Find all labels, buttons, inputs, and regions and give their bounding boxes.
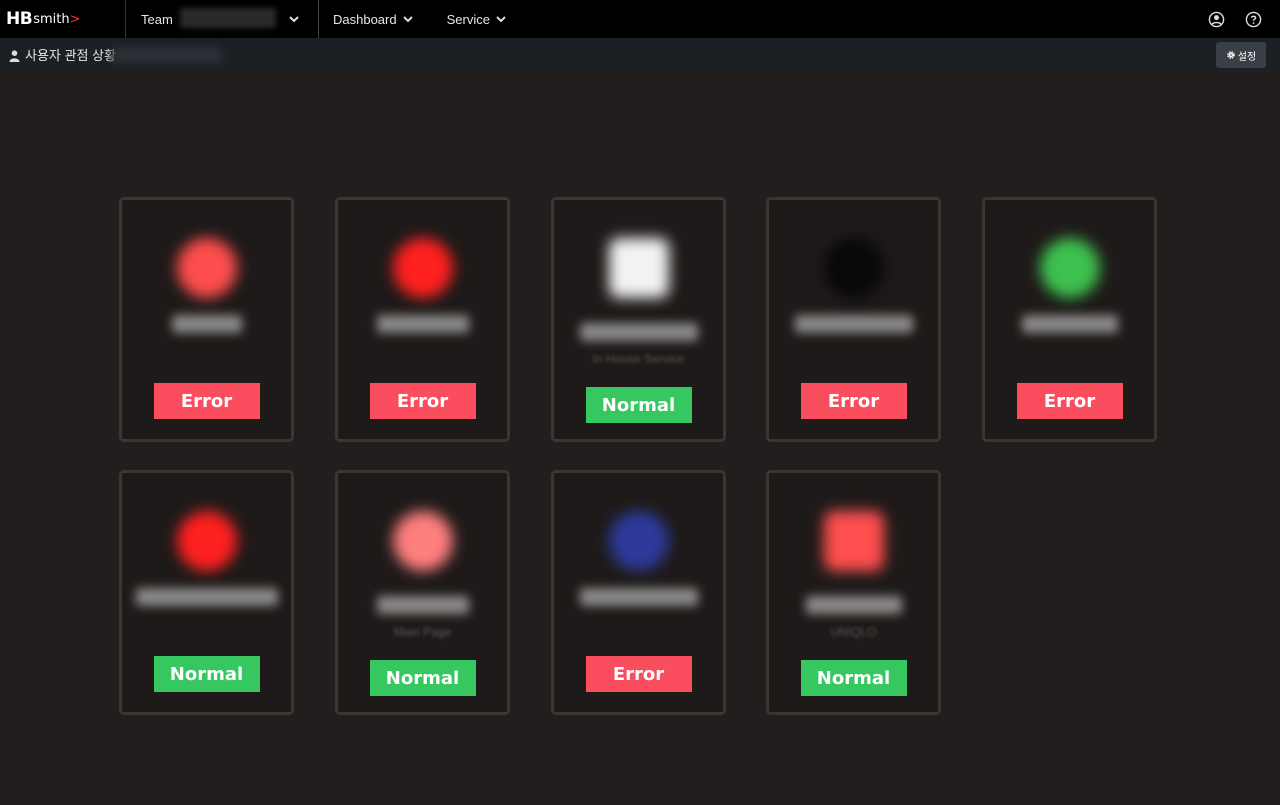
- service-name-redacted: [794, 315, 913, 333]
- status-badge: Normal: [369, 660, 476, 696]
- service-card[interactable]: Main Page Normal: [335, 470, 510, 715]
- user-icon: [9, 49, 20, 62]
- service-name-redacted: [579, 323, 698, 341]
- hbsmith-logo[interactable]: HB smith >: [0, 0, 126, 38]
- dashboard-label: Dashboard: [333, 11, 397, 27]
- service-logo-icon: [608, 511, 669, 571]
- settings-button[interactable]: 설정: [1216, 42, 1266, 68]
- service-name-redacted: [1021, 315, 1118, 333]
- service-label: Service: [446, 11, 490, 27]
- chevron-down-icon: [401, 12, 415, 26]
- status-badge: Error: [153, 383, 260, 419]
- team-selector[interactable]: Team: [126, 0, 319, 38]
- status-badge: Error: [585, 656, 692, 692]
- service-logo-icon: [1039, 238, 1100, 298]
- service-subtitle: In House Service: [592, 352, 685, 366]
- service-subtitle: UNIQLO: [830, 625, 877, 639]
- service-name-redacted: [805, 596, 902, 614]
- page-title: 사용자 관점 상황: [25, 48, 116, 63]
- service-subtitle: Main Page: [393, 625, 452, 639]
- service-card[interactable]: Error: [119, 197, 294, 442]
- top-navbar: HB smith > Team Dashboard Service: [0, 0, 1280, 38]
- chevron-down-icon: [287, 12, 301, 26]
- nav-dashboard[interactable]: Dashboard: [319, 0, 433, 38]
- service-logo-icon: [392, 511, 453, 571]
- nav-right-actions: [1208, 0, 1262, 38]
- user-account-icon[interactable]: [1208, 11, 1225, 28]
- service-name-redacted: [135, 588, 278, 606]
- logo-mark: >: [69, 11, 81, 27]
- logo-hb-text: HB: [6, 9, 33, 29]
- service-card[interactable]: In House Service Normal: [551, 197, 726, 442]
- service-logo-icon: [176, 238, 237, 298]
- service-name-redacted: [376, 596, 469, 614]
- status-badge: Normal: [153, 656, 260, 692]
- service-card[interactable]: Error: [982, 197, 1157, 442]
- status-badge: Error: [1016, 383, 1123, 419]
- service-card[interactable]: UNIQLO Normal: [766, 470, 941, 715]
- status-badge: Error: [800, 383, 907, 419]
- gear-icon: [1226, 50, 1236, 60]
- service-logo-icon: [823, 238, 884, 298]
- chevron-down-icon: [494, 12, 508, 26]
- team-name-redacted: [180, 8, 276, 28]
- status-badge: Normal: [800, 660, 907, 696]
- service-name-redacted: [579, 588, 698, 606]
- service-logo-icon: [608, 238, 669, 298]
- team-label: Team: [141, 11, 173, 27]
- nav-service[interactable]: Service: [433, 0, 526, 38]
- settings-label: 설정: [1237, 51, 1257, 63]
- page-header: 사용자 관점 상황 설정: [0, 38, 1280, 71]
- page-title-redacted: [111, 46, 222, 63]
- service-logo-icon: [176, 511, 237, 571]
- status-badge: Normal: [585, 387, 692, 423]
- service-card[interactable]: Normal: [119, 470, 294, 715]
- status-badge: Error: [369, 383, 476, 419]
- service-card[interactable]: Error: [551, 470, 726, 715]
- service-name-redacted: [376, 315, 469, 333]
- service-logo-icon: [392, 238, 453, 298]
- logo-smith-text: smith: [33, 11, 70, 27]
- service-card[interactable]: Error: [335, 197, 510, 442]
- service-card[interactable]: Error: [766, 197, 941, 442]
- service-logo-icon: [823, 511, 884, 571]
- service-name-redacted: [171, 315, 242, 333]
- help-icon[interactable]: [1245, 11, 1262, 28]
